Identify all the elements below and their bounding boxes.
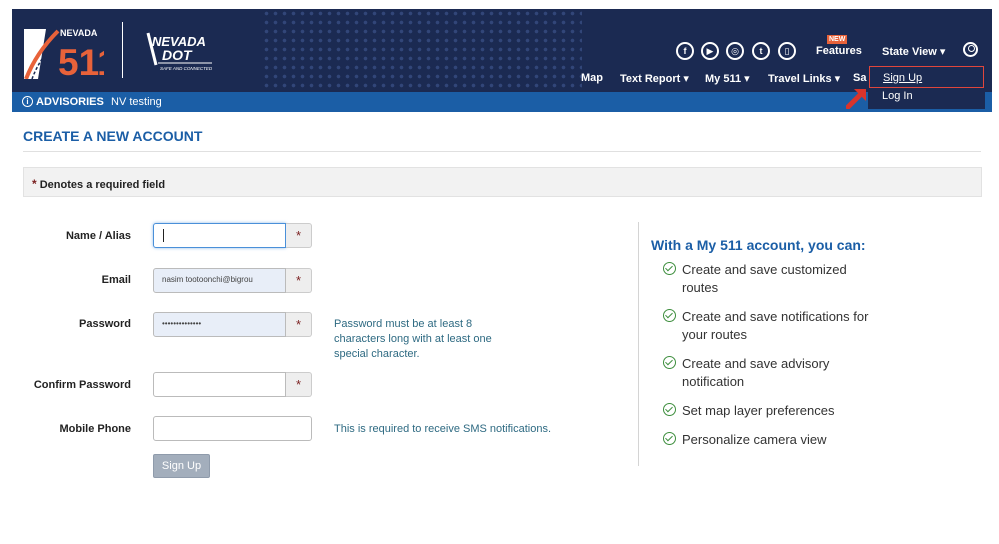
- email-input[interactable]: nasim tootoonchi@bigrou: [153, 268, 286, 293]
- svg-text:511: 511: [58, 42, 104, 79]
- benefits-title: With a My 511 account, you can:: [651, 237, 866, 253]
- text-cursor: [163, 229, 164, 242]
- name-alias-label: Name / Alias: [11, 230, 131, 242]
- nav-sa-truncated[interactable]: Sa: [853, 72, 866, 84]
- features-link[interactable]: Features: [816, 45, 862, 57]
- name-alias-input[interactable]: [153, 223, 286, 248]
- benefit-text: Create and save notifications for your r…: [682, 308, 872, 344]
- caret-down-icon: ▾: [940, 46, 946, 58]
- dropdown-log-in[interactable]: Log In: [882, 90, 913, 102]
- svg-text:NEVADA: NEVADA: [60, 28, 98, 38]
- new-badge: NEW: [827, 35, 847, 44]
- advisory-bar: i ADVISORIES NV testing: [12, 92, 992, 112]
- nav-my-511[interactable]: My 511 ▾: [705, 72, 750, 85]
- account-dropdown-menu: Sign Up Log In: [868, 65, 985, 109]
- required-star-addon: *: [286, 223, 312, 248]
- benefit-text: Set map layer preferences: [682, 402, 872, 420]
- password-hint: Password must be at least 8 characters l…: [334, 317, 509, 362]
- caret-down-icon: ▾: [744, 73, 750, 85]
- svg-text:SAFE AND CONNECTED: SAFE AND CONNECTED: [160, 66, 213, 71]
- advisory-label[interactable]: ADVISORIES: [36, 96, 104, 108]
- youtube-icon[interactable]: ▶: [701, 42, 719, 60]
- state-view-dropdown[interactable]: State View ▾: [882, 45, 945, 58]
- logo-divider: [122, 22, 123, 78]
- required-star-addon: *: [286, 312, 312, 337]
- password-label: Password: [11, 318, 131, 330]
- svg-text:DOT: DOT: [162, 47, 193, 63]
- required-field-note: * Denotes a required field: [23, 167, 982, 197]
- vertical-divider: [638, 222, 639, 466]
- red-arrow-icon: [846, 87, 868, 109]
- mobile-icon[interactable]: ▯: [778, 42, 796, 60]
- required-star-addon: *: [286, 372, 312, 397]
- state-view-label: State View: [882, 46, 937, 58]
- user-account-icon[interactable]: [963, 42, 978, 57]
- required-star-addon: *: [286, 268, 312, 293]
- sign-up-button[interactable]: Sign Up: [153, 454, 210, 478]
- nav-text-report[interactable]: Text Report ▾: [620, 72, 689, 85]
- mobile-phone-label: Mobile Phone: [11, 423, 131, 435]
- twitter-icon[interactable]: t: [752, 42, 770, 60]
- nevada-511-logo[interactable]: NEVADA 511: [24, 23, 104, 79]
- mobile-phone-input[interactable]: [153, 416, 312, 441]
- instagram-icon[interactable]: ◎: [726, 42, 744, 60]
- password-input[interactable]: ••••••••••••••: [153, 312, 286, 337]
- nav-my-511-label: My 511: [705, 73, 741, 85]
- nevada-dot-logo[interactable]: NEVADA DOT SAFE AND CONNECTED: [142, 31, 222, 73]
- phone-hint: This is required to receive SMS notifica…: [334, 422, 574, 437]
- benefit-text: Create and save customized routes: [682, 261, 872, 297]
- facebook-icon[interactable]: f: [676, 42, 694, 60]
- nav-map[interactable]: Map: [581, 72, 603, 84]
- benefit-text: Personalize camera view: [682, 431, 872, 449]
- caret-down-icon: ▾: [835, 73, 841, 85]
- header-dot-pattern: [262, 9, 582, 92]
- check-circle-icon: [663, 356, 676, 369]
- info-icon: i: [22, 96, 33, 107]
- confirm-password-label: Confirm Password: [11, 379, 131, 391]
- email-label: Email: [11, 274, 131, 286]
- check-circle-icon: [663, 403, 676, 416]
- advisory-text[interactable]: NV testing: [111, 96, 162, 108]
- check-circle-icon: [663, 309, 676, 322]
- check-circle-icon: [663, 432, 676, 445]
- nav-text-report-label: Text Report: [620, 73, 680, 85]
- dropdown-sign-up[interactable]: Sign Up: [869, 66, 984, 88]
- check-circle-icon: [663, 262, 676, 275]
- page-title: CREATE A NEW ACCOUNT: [23, 128, 202, 144]
- benefit-text: Create and save advisory notification: [682, 355, 872, 391]
- caret-down-icon: ▾: [683, 73, 689, 85]
- nav-travel-links-label: Travel Links: [768, 73, 832, 85]
- title-divider: [23, 151, 981, 152]
- site-header: NEVADA 511 NEVADA DOT SAFE AND CONNECTED…: [12, 9, 992, 92]
- required-star: *: [32, 177, 37, 191]
- required-note-text: Denotes a required field: [40, 179, 165, 191]
- nav-travel-links[interactable]: Travel Links ▾: [768, 72, 840, 85]
- confirm-password-input[interactable]: [153, 372, 286, 397]
